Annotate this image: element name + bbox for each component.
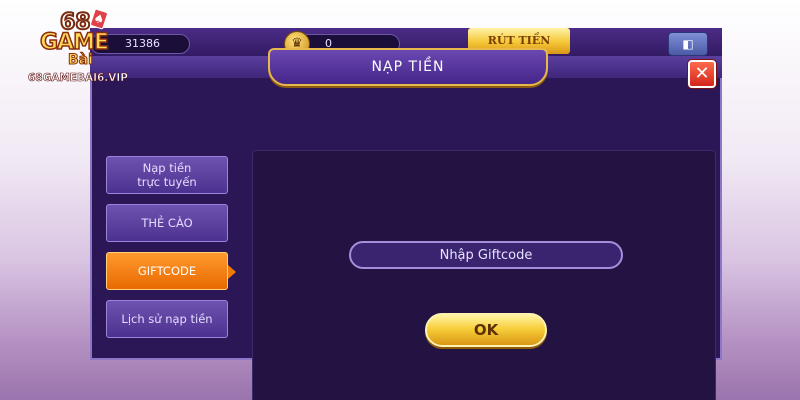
sidebar-item-label: THẺ CÀO	[141, 216, 193, 230]
sidebar-item-giftcode[interactable]: GIFTCODE	[106, 252, 236, 290]
game-screen: 31386 0 ♛ RÚT TIỀN ◧ Nạp tiền trực tuyến…	[90, 28, 722, 400]
sidebar-item-deposit-history[interactable]: Lịch sử nạp tiền	[106, 300, 228, 338]
label-line-2: trực tuyến	[137, 175, 197, 189]
logo-bai-text: Bài	[68, 52, 94, 69]
logo-url: 68GAMEBAI6.VIP	[27, 72, 129, 85]
sidebar-item-online-deposit[interactable]: Nạp tiền trực tuyến	[106, 156, 228, 194]
giftcode-panel: OK	[252, 150, 716, 400]
giftcode-input[interactable]	[349, 241, 623, 269]
sidebar-item-label: Nạp tiền trực tuyến	[137, 161, 196, 189]
deposit-dialog: Nạp tiền trực tuyến THẺ CÀO GIFTCODE Lịc…	[90, 78, 722, 400]
ok-button[interactable]: OK	[425, 313, 547, 347]
menu-icon[interactable]: ◧	[668, 32, 708, 56]
sidebar-item-label: GIFTCODE	[137, 264, 197, 278]
label-line-1: Nạp tiền	[142, 161, 192, 175]
dialog-title: NẠP TIỀN	[268, 48, 548, 86]
playing-card-icon: ♠	[89, 8, 109, 30]
close-icon[interactable]: ✕	[688, 60, 716, 88]
sidebar-item-scratch-card[interactable]: THẺ CÀO	[106, 204, 228, 242]
sidebar-item-label: Lịch sử nạp tiền	[121, 312, 213, 326]
site-logo: 68 ♠ GAME Bài 68GAMEBAI6.VIP	[8, 6, 148, 86]
